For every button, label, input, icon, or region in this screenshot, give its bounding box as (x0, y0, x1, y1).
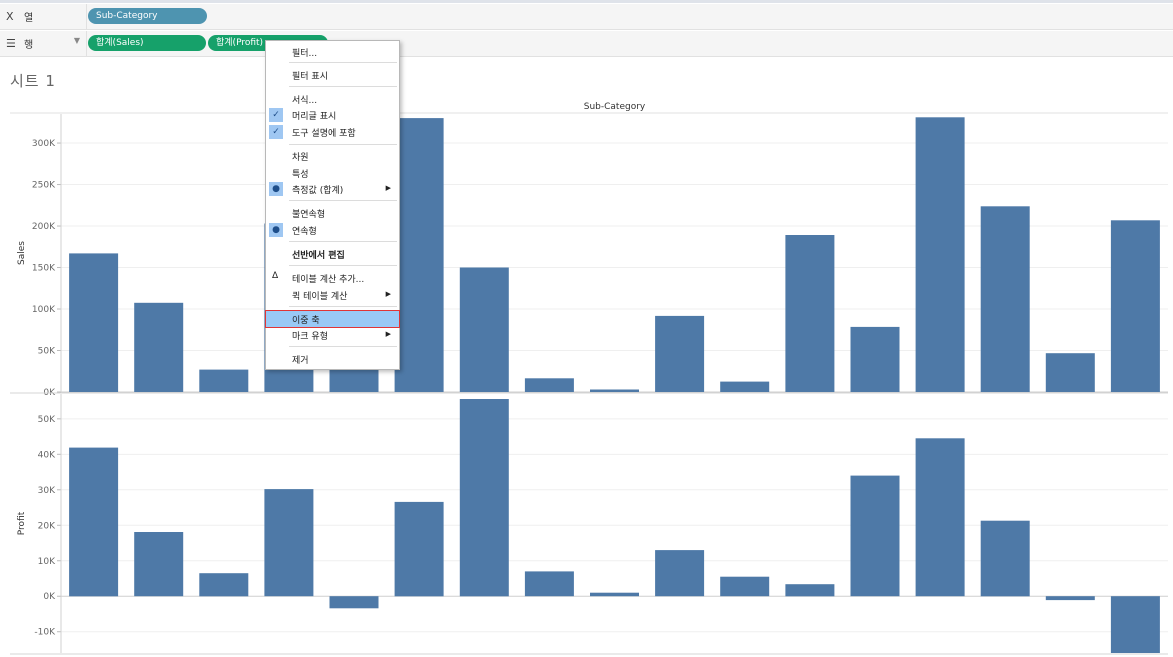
bar (69, 253, 119, 392)
bar (720, 381, 770, 392)
bar (1045, 353, 1095, 392)
menu-separator (289, 346, 397, 347)
bar (199, 573, 249, 597)
bar (850, 475, 900, 597)
menu-separator (289, 265, 397, 266)
y-tick-label: 10K (38, 557, 56, 567)
bar (134, 532, 184, 597)
bar (915, 117, 965, 393)
menu-item-label: 특성 (292, 170, 309, 180)
y-tick-label: 200K (32, 222, 56, 232)
bar (199, 369, 249, 392)
bar (590, 389, 639, 392)
y-tick-label: 250K (32, 181, 56, 191)
bar (655, 550, 705, 597)
menu-item-2[interactable]: 서식... (266, 91, 399, 107)
bar (980, 520, 1030, 597)
bullet-icon: ● (269, 223, 283, 237)
bar (1045, 596, 1095, 601)
bar (524, 378, 574, 392)
menu-item-12[interactable]: 퀵 테이블 계산 ▶ (266, 287, 399, 303)
y-tick-label: 40K (38, 450, 56, 460)
menu-item-label: 퀵 테이블 계산 (292, 292, 348, 302)
menu-item-15[interactable]: 제거 (266, 351, 399, 367)
menu-separator (289, 200, 397, 201)
checkmark-icon: ✓ (269, 108, 283, 122)
y-tick-label: 20K (38, 521, 56, 531)
bar (590, 592, 639, 597)
menu-item-label: 제거 (292, 356, 309, 366)
bullet-icon: ● (269, 182, 283, 196)
menu-item-label: 이중 축 (292, 316, 320, 326)
menu-separator (289, 241, 397, 242)
context-menu: 필터... 필터 표시서식... ✓ 머리글 표시 ✓ 도구 설명에 포함차원특성 ● 측정값… (265, 40, 400, 370)
menu-item-8[interactable]: 불연속형 (266, 205, 399, 221)
bar (264, 489, 314, 597)
bar (720, 576, 770, 597)
y-tick-label: 30K (38, 486, 56, 496)
menu-item-9[interactable]: ● 연속형 (266, 222, 399, 238)
menu-item-5[interactable]: 차원 (266, 148, 399, 164)
y-axis-title: Sales (17, 241, 27, 265)
bar (915, 438, 965, 597)
menu-item-label: 서식... (292, 96, 318, 106)
bar (1110, 596, 1160, 653)
menu-item-7[interactable]: ● 측정값 (합계) ▶ (266, 181, 399, 197)
bar (524, 571, 574, 597)
bar (980, 206, 1030, 392)
y-axis-title: Profit (17, 511, 27, 535)
menu-item-label: 불연속형 (292, 210, 326, 220)
submenu-arrow-icon: ▶ (385, 184, 391, 192)
bar (1110, 220, 1160, 392)
menu-item-4[interactable]: ✓ 도구 설명에 포함 (266, 124, 399, 140)
submenu-arrow-icon: ▶ (385, 290, 391, 298)
menu-item-3[interactable]: ✓ 머리글 표시 (266, 107, 399, 123)
y-tick-label: 100K (32, 305, 56, 315)
menu-item-label: 머리글 표시 (292, 112, 337, 122)
menu-separator (289, 144, 397, 145)
menu-item-1[interactable]: 필터 표시 (266, 67, 399, 83)
submenu-arrow-icon: ▶ (385, 330, 391, 338)
menu-item-label: 선반에서 편집 (292, 251, 345, 261)
y-tick-label: 50K (38, 415, 56, 425)
menu-item-label: 필터... (292, 49, 318, 59)
checkmark-icon: ✓ (269, 125, 283, 139)
menu-item-14[interactable]: 마크 유형 ▶ (266, 327, 399, 343)
menu-separator (289, 62, 397, 63)
bar (394, 118, 444, 392)
y-tick-label: 150K (32, 264, 56, 274)
menu-item-label: 마크 유형 (292, 332, 328, 342)
menu-item-6[interactable]: 특성 (266, 165, 399, 181)
menu-separator (289, 86, 397, 87)
menu-item-label: 측정값 (합계) (292, 186, 344, 196)
y-tick-label: 50K (38, 347, 56, 357)
bar (394, 501, 444, 597)
menu-item-label: 차원 (292, 153, 309, 163)
menu-item-label: 테이블 계산 추가... (292, 275, 365, 285)
bar (69, 447, 119, 597)
menu-item-label: 도구 설명에 포함 (292, 129, 356, 139)
menu-item-10[interactable]: 선반에서 편집 (266, 246, 399, 262)
bar (459, 267, 509, 392)
menu-item-label: 연속형 (292, 227, 317, 237)
menu-item-label: 필터 표시 (292, 72, 328, 82)
y-tick-label: 300K (32, 139, 56, 149)
chart: Sub-Category 0K 50K 100K 150K 200K 250K 300K Sal… (10, 102, 1168, 655)
bar (459, 399, 509, 597)
menu-item-11[interactable]: Δ 테이블 계산 추가... (266, 270, 399, 286)
bar (134, 302, 184, 392)
bar (785, 584, 835, 597)
menu-separator (289, 306, 397, 307)
delta-icon: Δ (272, 271, 279, 281)
y-tick-label: -10K (34, 628, 56, 638)
menu-item-0[interactable]: 필터... (266, 44, 399, 60)
bar (329, 596, 379, 609)
bar (655, 315, 705, 392)
x-axis-header: Sub-Category (584, 102, 646, 112)
y-tick-label: 0K (43, 592, 56, 602)
bar (785, 235, 835, 392)
bar (850, 326, 900, 392)
menu-item-13[interactable]: 이중 축 (265, 310, 400, 328)
